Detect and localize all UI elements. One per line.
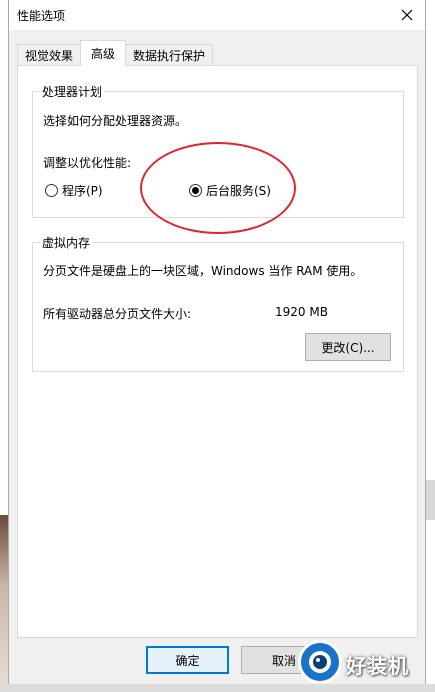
total-paging-label: 所有驱动器总分页文件大小:: [43, 307, 192, 321]
tab-label: 视觉效果: [25, 49, 74, 63]
processor-description: 选择如何分配处理器资源。: [43, 114, 188, 128]
virtual-memory-group: 虚拟内存 分页文件是硬盘上的一块区域，Windows 当作 RAM 使用。 所有…: [32, 234, 404, 372]
title-bar: 性能选项: [9, 0, 425, 30]
eye-icon: [309, 651, 331, 673]
button-label: 取消: [272, 653, 297, 668]
tab-data-execution-prevention[interactable]: 数据执行保护: [125, 44, 214, 66]
background-desktop-left: [0, 515, 8, 692]
close-button[interactable]: [389, 0, 425, 30]
group-label: 处理器计划: [40, 83, 105, 100]
watermark: 好装机: [296, 640, 435, 688]
button-label: 确定: [175, 653, 200, 668]
close-icon: [401, 9, 413, 21]
tab-label: 数据执行保护: [133, 49, 206, 63]
watermark-logo-icon: [298, 640, 342, 684]
radio-circle: [45, 184, 58, 197]
highlight-annotation: [140, 142, 296, 234]
button-label: 更改(C)...: [321, 340, 375, 355]
radio-programs[interactable]: 程序(P): [45, 182, 103, 199]
ok-button[interactable]: 确定: [146, 646, 229, 674]
tab-strip: 视觉效果 高级 数据执行保护: [17, 40, 214, 66]
radio-label: 程序(P): [62, 184, 103, 198]
change-button[interactable]: 更改(C)...: [305, 333, 391, 361]
group-label: 虚拟内存: [40, 234, 93, 251]
adjust-label: 调整以优化性能:: [43, 156, 132, 170]
tab-label: 高级: [91, 47, 116, 61]
watermark-text: 好装机: [346, 654, 409, 678]
window-title: 性能选项: [17, 9, 66, 23]
background-desktop-right: [426, 480, 435, 520]
performance-options-dialog: 性能选项 视觉效果 高级 数据执行保护 处理器计划 选择如何分配处理器资源。 调…: [8, 0, 426, 684]
tab-visual-effects[interactable]: 视觉效果: [17, 44, 82, 66]
total-paging-value: 1920 MB: [275, 305, 328, 319]
tab-advanced[interactable]: 高级: [80, 40, 127, 66]
virtual-memory-description: 分页文件是硬盘上的一块区域，Windows 当作 RAM 使用。: [43, 264, 363, 278]
